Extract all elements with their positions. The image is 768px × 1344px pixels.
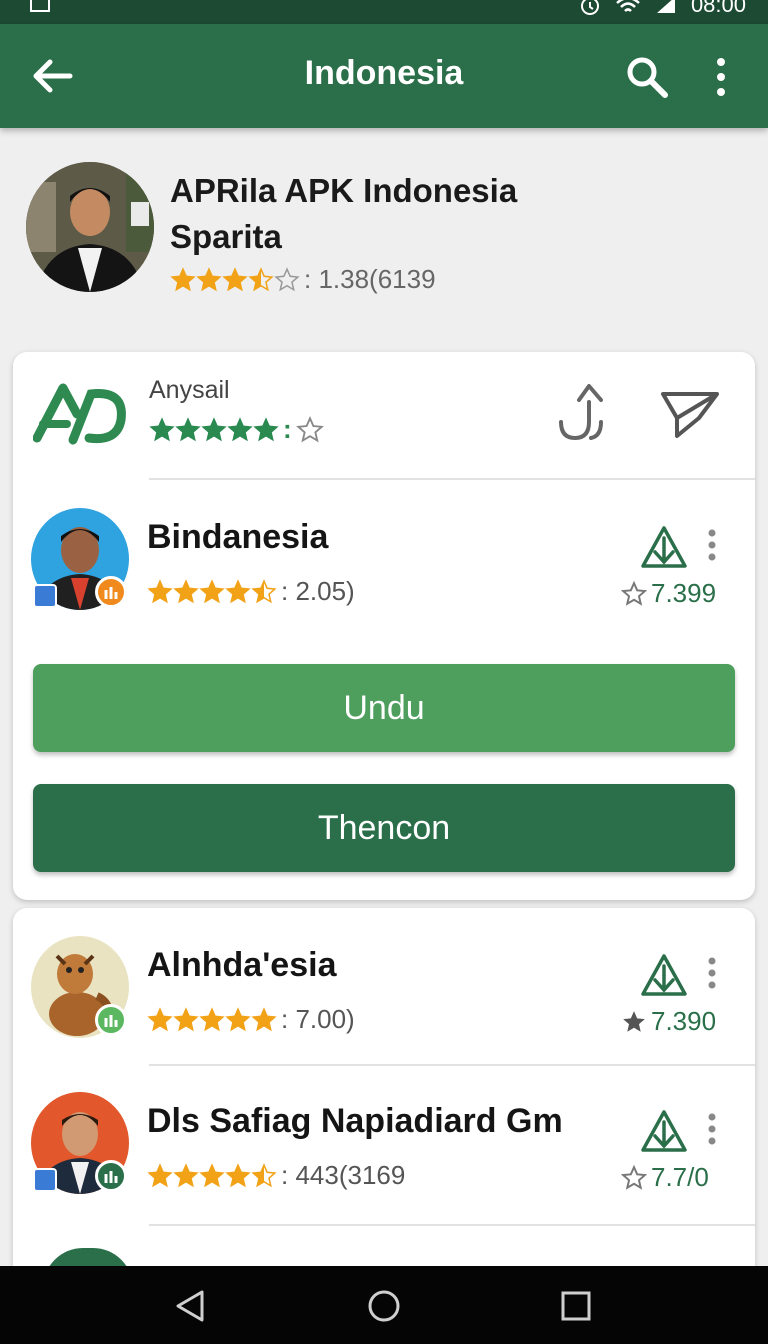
divider <box>149 1064 755 1066</box>
nav-back-icon[interactable] <box>170 1288 210 1324</box>
star-filled-icon <box>199 1006 225 1031</box>
featured-app-rating-text: : 2.05) <box>281 576 355 606</box>
star-filled-icon <box>199 1162 225 1187</box>
list-item-size: 7.390 <box>621 1006 716 1037</box>
list-item-size-text: 7.7/0 <box>651 1162 709 1192</box>
featured-app-size: 7.399 <box>621 578 716 609</box>
star-half-icon <box>251 578 277 603</box>
alarm-icon <box>580 0 599 15</box>
star-half-icon <box>251 1162 277 1187</box>
header-title-line2: Sparita <box>170 218 282 255</box>
category-badge-icon <box>95 1004 127 1036</box>
star-filled-icon <box>222 266 248 291</box>
star-filled-icon <box>147 1006 173 1031</box>
star-filled-icon <box>227 416 253 441</box>
star-filled-icon <box>173 1006 199 1031</box>
list-item-star-rating <box>147 1006 277 1033</box>
star-filled-icon <box>199 578 225 603</box>
install-icon[interactable] <box>639 950 689 1000</box>
list-item-name: Alnhda'esia <box>147 946 337 984</box>
secondary-action-button[interactable]: Thencon <box>33 784 735 872</box>
signal-icon <box>656 0 675 13</box>
star-filled-icon <box>251 1006 277 1031</box>
category-badge-icon <box>95 576 127 608</box>
star-filled-icon <box>173 578 199 603</box>
list-item[interactable]: Alnhda'esia : 7.00) 7.390 <box>13 936 755 1056</box>
header-star-rating <box>170 266 300 293</box>
image-notification-icon <box>30 0 50 12</box>
developer-rating: : <box>149 414 324 445</box>
star-filled-icon <box>173 1162 199 1187</box>
bookmark-box-icon[interactable] <box>659 388 721 440</box>
developer-rating-text: : <box>283 414 292 444</box>
nav-home-icon[interactable] <box>364 1288 404 1324</box>
star-filled-icon <box>196 266 222 291</box>
list-item-star-rating <box>147 1162 277 1189</box>
nav-recents-icon[interactable] <box>556 1288 596 1324</box>
developer-name: Anysail <box>149 376 230 404</box>
system-nav-bar <box>0 1266 768 1344</box>
install-icon[interactable] <box>639 1106 689 1156</box>
share-icon[interactable] <box>555 382 607 442</box>
star-filled-icon <box>225 1006 251 1031</box>
header-title-line1: APRila APK Indonesia <box>170 172 518 209</box>
empty-star-icon <box>295 415 324 442</box>
app-bar: Indonesia <box>0 24 768 128</box>
star-half-icon <box>248 266 274 291</box>
platform-badge <box>33 584 57 608</box>
search-icon[interactable] <box>624 54 670 100</box>
featured-app-star-rating <box>147 578 277 605</box>
list-item-rating-text: : 443(3169 <box>281 1160 406 1190</box>
divider <box>149 1224 755 1226</box>
star-filled-icon <box>225 578 251 603</box>
star-filled-icon <box>201 416 227 441</box>
divider <box>149 478 755 480</box>
star-filled-icon <box>225 1162 251 1187</box>
item-overflow-icon[interactable] <box>705 956 719 990</box>
featured-app-rating: : 2.05) <box>147 576 355 607</box>
featured-app-name: Bindanesia <box>147 518 329 556</box>
star-filled-icon <box>147 1162 173 1187</box>
list-item-rating-text: : 7.00) <box>281 1004 355 1034</box>
star-filled-icon <box>147 578 173 603</box>
header-title: APRila APK Indonesia Sparita <box>170 168 730 260</box>
item-overflow-icon[interactable] <box>705 1112 719 1146</box>
star-filled-icon <box>253 416 279 441</box>
app-list-card: Alnhda'esia : 7.00) 7.390 Dls Safiag Nap… <box>13 908 755 1288</box>
star-outline-icon <box>621 580 647 606</box>
item-overflow-icon[interactable] <box>705 528 719 562</box>
developer-star-rating <box>149 416 279 443</box>
list-item-rating: : 7.00) <box>147 1004 355 1035</box>
star-filled-icon <box>623 1010 645 1032</box>
platform-badge <box>33 1168 57 1192</box>
status-bar: 08:00 <box>0 0 768 24</box>
star-filled-icon <box>149 416 175 441</box>
star-filled-icon <box>170 266 196 291</box>
header-rating: : 1.38(6139 <box>170 264 436 295</box>
status-time: 08:00 <box>690 0 746 17</box>
primary-download-button[interactable]: Undu <box>33 664 735 752</box>
install-icon[interactable] <box>639 522 689 572</box>
list-item-size-text: 7.390 <box>651 1006 717 1036</box>
overflow-menu-icon[interactable] <box>706 54 736 100</box>
featured-app-size-text: 7.399 <box>651 578 717 608</box>
header-avatar <box>26 162 154 292</box>
featured-card: Anysail : Bindanesia : 2.05) 7.399 Undu … <box>13 352 755 900</box>
list-item-rating: : 443(3169 <box>147 1160 405 1191</box>
featured-app-row[interactable]: Bindanesia : 2.05) 7.399 <box>13 508 755 628</box>
wifi-icon <box>616 0 640 12</box>
developer-logo <box>33 383 126 445</box>
star-outline-icon <box>621 1164 647 1190</box>
star-empty-icon <box>274 266 300 291</box>
list-item[interactable]: Dls Safiag Napiadiard Gm : 443(3169 7.7/… <box>13 1092 755 1212</box>
list-item-size: 7.7/0 <box>621 1162 709 1193</box>
star-filled-icon <box>175 416 201 441</box>
header-rating-text: : 1.38(6139 <box>304 264 436 294</box>
list-item-name: Dls Safiag Napiadiard Gm <box>147 1102 563 1140</box>
category-badge-icon <box>95 1160 127 1192</box>
